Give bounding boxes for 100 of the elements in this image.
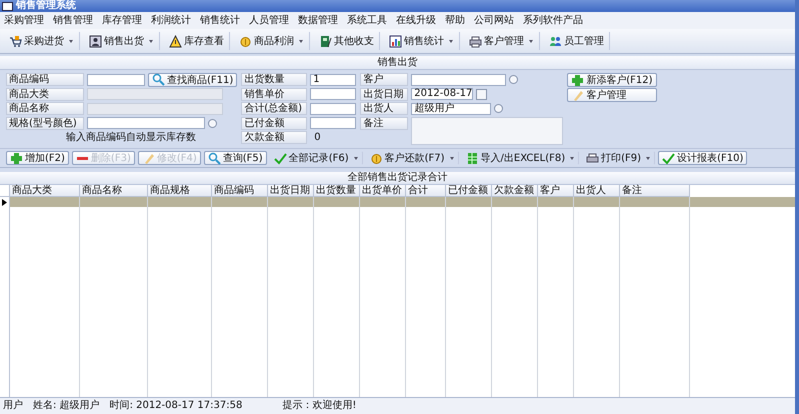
field-label: 已付金额 bbox=[241, 116, 308, 130]
field-label: 备注 bbox=[360, 116, 408, 130]
action-button[interactable]: 客户还款(F7) bbox=[366, 151, 459, 165]
field-label: 出货日期 bbox=[360, 88, 408, 101]
menu-item[interactable]: 系列软件产品 bbox=[523, 14, 583, 27]
input-field[interactable] bbox=[310, 102, 356, 115]
memo-field[interactable] bbox=[411, 116, 564, 144]
table-row[interactable] bbox=[0, 197, 795, 207]
dropdown-button[interactable] bbox=[494, 104, 504, 114]
input-field[interactable] bbox=[87, 88, 223, 100]
dropdown-button[interactable] bbox=[509, 75, 518, 84]
customer-manage-button[interactable]: 客户管理 bbox=[567, 88, 657, 102]
field-label: 商品名称 bbox=[6, 102, 84, 116]
coin-icon bbox=[370, 152, 383, 164]
field-label: 出货人 bbox=[360, 102, 408, 116]
column-header[interactable]: 出货单价 bbox=[360, 185, 406, 197]
field-label: 出货数量 bbox=[241, 73, 308, 86]
hint-text: 输入商品编码自动显示库存数 bbox=[65, 131, 197, 144]
input-field[interactable]: 超级用户 bbox=[411, 102, 492, 115]
caret-icon bbox=[645, 155, 652, 161]
dropdown-button[interactable] bbox=[208, 118, 217, 128]
check-icon bbox=[274, 152, 287, 164]
caret-icon bbox=[448, 38, 454, 44]
input-field[interactable] bbox=[87, 74, 145, 86]
action-button[interactable]: 设计报表(F10) bbox=[658, 151, 748, 165]
field-label: 客户 bbox=[360, 73, 408, 86]
column-header[interactable]: 商品编码 bbox=[212, 185, 268, 197]
caret-icon bbox=[569, 155, 576, 161]
column-header[interactable]: 出货数量 bbox=[314, 185, 360, 197]
action-button[interactable]: 查询(F5) bbox=[204, 151, 267, 165]
input-field[interactable] bbox=[310, 117, 356, 130]
menu-item[interactable]: 库存管理 bbox=[102, 14, 142, 27]
warning-icon bbox=[169, 34, 182, 48]
row-indicator-icon bbox=[2, 198, 7, 206]
printer-icon bbox=[586, 152, 600, 164]
column-header[interactable]: 商品大类 bbox=[10, 185, 80, 197]
action-button[interactable]: 打印(F9) bbox=[582, 151, 656, 165]
plus-icon bbox=[10, 152, 23, 164]
menu-item[interactable]: 利润统计 bbox=[151, 14, 191, 27]
column-header[interactable]: 商品名称 bbox=[80, 185, 148, 197]
toolbar-button[interactable]: 销售出货 bbox=[84, 32, 160, 50]
input-field[interactable] bbox=[411, 74, 506, 86]
column-header[interactable]: 客户 bbox=[538, 185, 574, 197]
people-icon bbox=[549, 34, 562, 48]
toolbar-button[interactable]: 员工管理 bbox=[544, 32, 610, 50]
menu-item[interactable]: 销售统计 bbox=[200, 14, 240, 27]
printer-icon bbox=[469, 34, 482, 48]
caret-icon bbox=[448, 155, 455, 161]
caret-icon bbox=[68, 38, 74, 44]
input-field[interactable]: 1 bbox=[310, 74, 356, 86]
toolbar-button[interactable]: 库存查看 bbox=[164, 32, 230, 50]
toolbar-button[interactable]: 客户管理 bbox=[464, 32, 540, 50]
coin-icon bbox=[239, 34, 252, 48]
menu-item[interactable]: 帮助 bbox=[445, 14, 465, 27]
menu-item[interactable]: 采购管理 bbox=[4, 14, 44, 27]
search-icon bbox=[152, 73, 165, 86]
caret-icon bbox=[528, 38, 534, 44]
action-button[interactable]: 导入/出EXCEL(F8) bbox=[462, 151, 580, 165]
action-button[interactable]: 全部记录(F6) bbox=[270, 151, 363, 165]
panel-title: 销售出货 bbox=[0, 56, 795, 70]
column-header[interactable]: 出货人 bbox=[574, 185, 620, 197]
find-product-button[interactable]: 查找商品(F11) bbox=[148, 72, 238, 87]
person-icon bbox=[89, 34, 102, 48]
menu-item[interactable]: 人员管理 bbox=[249, 14, 289, 27]
column-header[interactable]: 备注 bbox=[620, 185, 690, 197]
caret-icon bbox=[298, 38, 304, 44]
spreadsheet-icon bbox=[466, 152, 479, 164]
field-label: 规格(型号颜色) bbox=[6, 116, 84, 130]
menu-item[interactable]: 销售管理 bbox=[53, 14, 93, 27]
input-field[interactable] bbox=[87, 117, 205, 130]
menu-item[interactable]: 公司网站 bbox=[474, 14, 514, 27]
column-header[interactable]: 合计 bbox=[406, 185, 446, 197]
menu-item[interactable]: 系统工具 bbox=[347, 14, 387, 27]
column-header[interactable]: 欠款金额 bbox=[492, 185, 538, 197]
column-header[interactable]: 出货日期 bbox=[268, 185, 314, 197]
status-text: 用户 bbox=[3, 400, 23, 412]
calendar-button[interactable] bbox=[476, 88, 488, 100]
menu-item[interactable]: 数据管理 bbox=[298, 14, 338, 27]
status-text: 时间: 2012-08-17 17:37:58 bbox=[110, 400, 242, 412]
action-button[interactable]: 增加(F2) bbox=[6, 151, 69, 165]
toolbar-button[interactable]: 其他收支 bbox=[314, 32, 380, 50]
field-label: 销售单价 bbox=[241, 88, 308, 101]
status-text: 姓名: 超级用户 bbox=[33, 400, 100, 412]
add-customer-button[interactable]: 新添客户(F12) bbox=[567, 73, 657, 87]
toolbar-button[interactable]: 采购进货 bbox=[4, 32, 80, 50]
field-label: 商品编码 bbox=[6, 73, 84, 86]
field-label: 合计(总金额) bbox=[241, 102, 308, 116]
field-label: 商品大类 bbox=[6, 88, 84, 101]
check-icon bbox=[662, 152, 676, 164]
chart-icon bbox=[389, 34, 402, 48]
status-text: 提示：欢迎使用! bbox=[282, 400, 356, 412]
input-field[interactable] bbox=[310, 88, 356, 100]
column-header[interactable]: 已付金额 bbox=[446, 185, 492, 197]
column-header[interactable]: 商品规格 bbox=[148, 185, 212, 197]
toolbar-button[interactable]: 销售统计 bbox=[384, 32, 460, 50]
book-icon bbox=[319, 34, 332, 48]
menu-item[interactable]: 在线升级 bbox=[396, 14, 436, 27]
input-field[interactable] bbox=[87, 102, 223, 115]
toolbar-button[interactable]: 商品利润 bbox=[234, 32, 310, 50]
date-field[interactable]: 2012-08-17 bbox=[411, 88, 474, 100]
